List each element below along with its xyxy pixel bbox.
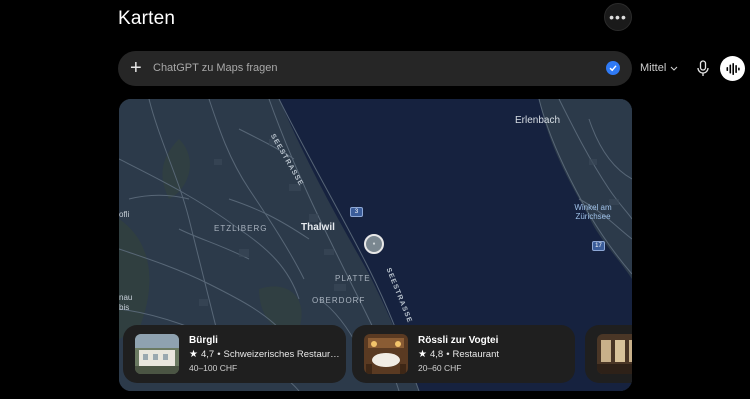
microphone-icon[interactable] — [696, 60, 710, 77]
place-price: 40–100 CHF — [189, 363, 238, 373]
map-label-edge-left-2: nau bis — [119, 293, 133, 312]
star-icon: ★ — [189, 349, 198, 360]
map-label-thalwil: Thalwil — [301, 222, 335, 233]
place-thumbnail — [364, 334, 408, 374]
place-card-partial[interactable] — [585, 325, 632, 383]
place-meta: ★ 4,8 • Restaurant — [418, 349, 499, 360]
place-thumbnail — [135, 334, 179, 374]
model-select[interactable]: Mittel — [640, 62, 678, 74]
place-category: Schweizerisches Restaur… — [223, 349, 340, 360]
prompt-input[interactable] — [153, 59, 453, 77]
check-icon[interactable] — [606, 61, 620, 75]
route-shield-3: 3 — [350, 207, 363, 217]
model-label: Mittel — [640, 62, 667, 74]
map-label-oberdorf: OBERDORF — [312, 296, 366, 305]
place-name: Rössli zur Vogtei — [418, 335, 499, 346]
separator-dot: • — [446, 349, 450, 360]
map-label-platte: PLATTE — [335, 274, 371, 283]
separator-dot: • — [217, 349, 221, 360]
star-icon: ★ — [418, 349, 427, 360]
map-label-erlenbach: Erlenbach — [515, 115, 561, 126]
voice-mode-icon — [726, 62, 740, 75]
chat-composer: + Mittel — [118, 51, 745, 86]
chevron-down-icon — [670, 66, 678, 71]
location-pin[interactable]: ● — [364, 234, 384, 254]
voice-mode-button[interactable] — [720, 56, 745, 81]
place-card-burgli[interactable]: Bürgli ★ 4,7 • Schweizerisches Restaur… … — [123, 325, 346, 383]
map-label-winkel: Winkel am Zürichsee — [574, 203, 612, 221]
place-price: 20–60 CHF — [418, 363, 462, 373]
plus-icon[interactable]: + — [130, 57, 142, 79]
map-label-etzliberg: ETZLIBERG — [214, 224, 268, 233]
place-rating: 4,8 — [429, 349, 444, 360]
map-label-edge-left-1: ofli — [119, 210, 130, 219]
page-title: Karten — [118, 8, 176, 29]
place-meta: ★ 4,7 • Schweizerisches Restaur… — [189, 349, 340, 360]
route-shield-17: 17 — [592, 241, 605, 251]
place-category: Restaurant — [452, 349, 499, 360]
more-options-button[interactable]: ••• — [604, 3, 632, 31]
place-thumbnail — [597, 334, 632, 374]
place-name: Bürgli — [189, 335, 218, 346]
place-card-rossli[interactable]: Rössli zur Vogtei ★ 4,8 • Restaurant 20–… — [352, 325, 575, 383]
map-view[interactable]: Erlenbach Winkel am Zürichsee ETZLIBERG … — [119, 99, 632, 391]
place-rating: 4,7 — [200, 349, 215, 360]
ellipsis-icon: ••• — [609, 9, 627, 25]
